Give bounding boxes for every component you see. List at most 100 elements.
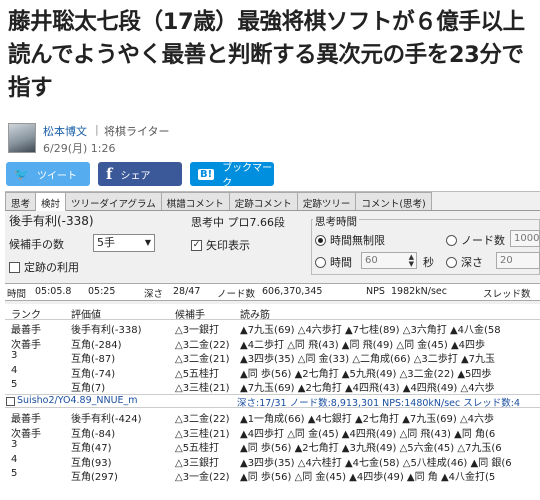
- chevron-down-icon: ▼: [144, 238, 151, 247]
- table-header: ランク 評価値 候補手 読み筋: [5, 304, 540, 321]
- row-line: ▲4二歩打 △同 飛(43) ▲同 飛(49) △同 金(45) ▲4四歩: [240, 339, 486, 351]
- row-line: ▲7九玉(69) ▲2七角打 ▲4四飛(43) ▲4四飛(49) △4六歩: [240, 383, 495, 394]
- depth-value: 28/47: [173, 286, 201, 297]
- radio-time[interactable]: 時間: [315, 254, 352, 270]
- col-rank[interactable]: ランク: [11, 306, 41, 321]
- row-rank: 5: [11, 468, 18, 479]
- tab-analysis[interactable]: 検討: [35, 192, 67, 211]
- tab-kifu-comment[interactable]: 棋譜コメント: [160, 192, 230, 210]
- radio-depth[interactable]: 深さ: [446, 254, 483, 270]
- hatena-bookmark-icon: B!: [198, 168, 215, 180]
- row-rank: 4: [11, 364, 18, 376]
- facebook-icon: f: [106, 165, 113, 183]
- nps-label: NPS: [366, 286, 385, 297]
- threads-label: スレッド数: [483, 289, 531, 300]
- row-rank: 5: [11, 379, 18, 390]
- nodes-label: ノード数: [217, 289, 256, 300]
- row-line: ▲4四歩打 △同 金(45) ▲4四飛(49) △同 飛(43) ▲同 角(6: [240, 428, 496, 440]
- author-link[interactable]: 松本博文: [43, 123, 87, 139]
- row-rank: 3: [11, 350, 18, 361]
- spinner-icon[interactable]: ▲ ▼: [409, 254, 414, 268]
- hatena-bookmark-button[interactable]: B! ブックマーク: [190, 162, 274, 189]
- row-move: △3三銀打: [175, 457, 220, 469]
- nps-value: 1982kN/sec: [391, 286, 448, 297]
- use-joseki-checkbox[interactable]: 定跡の利用: [9, 259, 79, 275]
- row-rank: 4: [11, 453, 18, 465]
- table-row[interactable]: 3 互角(-87) △3二金(21) ▲3四歩(35) △同 金(33) △二角…: [5, 350, 540, 365]
- table-row[interactable]: 次善手 互角(-84) △3三桂(21) ▲4四歩打 △同 金(45) ▲4四飛…: [5, 425, 540, 440]
- row-move: △3一銀打: [175, 325, 220, 336]
- facebook-label: シェア: [120, 170, 151, 182]
- meta-separator: |: [95, 123, 99, 136]
- radio-unlimited-label: 時間無制限: [330, 234, 385, 247]
- depth-field[interactable]: 20: [496, 252, 540, 269]
- row-rank: 最善手: [11, 414, 41, 425]
- time-field[interactable]: 60 ▲ ▼: [361, 252, 417, 269]
- table-row[interactable]: 3 互角(47) △5五桂打 ▲同 歩(56) ▲2七角打 ▲3九飛(49) △…: [5, 439, 540, 454]
- row-move: △3二金(22): [175, 414, 230, 425]
- table-row[interactable]: 5 互角(297) △3一金(22) ▲同 歩(56) △同 金(45) ▲4四…: [5, 468, 540, 483]
- tab-thinking[interactable]: 思考: [5, 192, 37, 210]
- depth-label: 深さ: [144, 289, 164, 300]
- table-row[interactable]: 最善手 後手有利(-424) △3二金(22) ▲1一角成(66) ▲4七銀打 …: [5, 410, 540, 425]
- analysis-tabs: 思考 検討 ツリーダイアグラム 棋譜コメント 定跡コメント 定跡ツリー コメント…: [5, 192, 540, 211]
- article-meta: 松本博文 | 将棋ライター 6/29(月) 1:26: [8, 123, 308, 155]
- row-line: ▲3四歩(35) △同 金(33) △二角成(66) △3二歩打 ▲7九玉: [240, 354, 496, 365]
- tweet-button[interactable]: 🐦 ツイート: [6, 162, 90, 186]
- seconds-label: 秒: [423, 256, 434, 269]
- col-move[interactable]: 候補手: [175, 306, 205, 321]
- row-move: △5五桂打: [175, 368, 220, 380]
- engine-info-row[interactable]: Suisho2/YO4.89_NNUE_m 深さ:17/31 ノード数:8,91…: [5, 394, 540, 409]
- radio-icon: [315, 256, 326, 268]
- row-eval: 互角(-84): [71, 428, 116, 440]
- tweet-label: ツイート: [36, 170, 77, 182]
- row-line: ▲7九玉(69) △4六歩打 ▲7七桂(89) △3六角打 ▲4八金(58: [240, 325, 501, 336]
- row-line: ▲3四歩(35) △4六桂打 ▲4七金(58) △5八桂成(46) ▲同 銀(6: [240, 457, 512, 469]
- row-move: △3二金(22): [175, 339, 230, 351]
- tab-tree-diagram[interactable]: ツリーダイアグラム: [65, 192, 162, 210]
- row-line: ▲1一角成(66) ▲4七銀打 ▲2七角打 ▲7九玉(69) △4六歩: [240, 414, 495, 425]
- row-move: △3三桂(21): [175, 383, 230, 394]
- facebook-share-button[interactable]: f シェア: [98, 162, 182, 186]
- nodes-field[interactable]: 1000: [510, 230, 540, 247]
- row-line: ▲同 歩(56) △同 金(45) ▲4四歩(49) ▲同 角 ▲4八金打(5: [240, 472, 496, 483]
- twitter-icon: 🐦: [14, 167, 29, 181]
- tab-joseki-tree[interactable]: 定跡ツリー: [296, 192, 357, 210]
- col-line[interactable]: 読み筋: [240, 306, 270, 321]
- table-row[interactable]: 最善手 後手有利(-338) △3一銀打 ▲7九玉(69) △4六歩打 ▲7七桂…: [5, 321, 540, 336]
- checkbox-empty-icon: [9, 261, 20, 273]
- radio-depth-label: 深さ: [461, 256, 483, 269]
- table-row[interactable]: 4 互角(-74) △5五桂打 ▲同 歩(56) ▲2七角打 ▲5九飛(49) …: [5, 365, 540, 380]
- table-row[interactable]: 4 互角(93) △3三銀打 ▲3四歩(35) △4六桂打 ▲4七金(58) △…: [5, 454, 540, 469]
- row-eval: 互角(297): [71, 472, 118, 483]
- candidates-table: ランク 評価値 候補手 読み筋 最善手 後手有利(-338) △3一銀打 ▲7九…: [5, 304, 540, 500]
- tab-comment-thinking[interactable]: コメント(思考): [355, 192, 432, 210]
- table-row[interactable]: 5 互角(7) △3三桂(21) ▲7九玉(69) ▲2七角打 ▲4四飛(43)…: [5, 379, 540, 394]
- row-eval: 互角(-87): [71, 354, 116, 365]
- radio-nodes[interactable]: ノード数: [446, 232, 505, 248]
- show-arrows-checkbox[interactable]: ✓ 矢印表示: [191, 237, 250, 253]
- engine-name: Suisho2/YO4.89_NNUE_m: [17, 395, 138, 406]
- engine-stats: 深さ:17/31 ノード数:8,913,301 NPS:1480kN/sec ス…: [237, 398, 521, 409]
- time-label: 時間: [7, 289, 27, 300]
- row-rank: 次善手: [11, 428, 41, 440]
- row-move: △3一金(22): [175, 472, 230, 483]
- article-title: 藤井聡太七段（17歳）最強将棋ソフトが６億手以上読んでようやく最善と判断する異次…: [8, 9, 525, 101]
- row-eval: 互角(93): [71, 457, 112, 469]
- author-avatar[interactable]: [8, 123, 36, 153]
- radio-unlimited[interactable]: 時間無制限: [315, 232, 385, 248]
- row-line: ▲同 歩(56) ▲2七角打 ▲5九飛(49) △3二金(22) ▲5四歩: [240, 368, 492, 380]
- row-move: △5五桂打: [175, 443, 220, 454]
- check-icon: ✓: [191, 239, 202, 251]
- engine-thinking-label: 思考中 プロ7.66段: [191, 216, 285, 229]
- row-eval: 後手有利(-338): [71, 325, 142, 336]
- total-time: 05:25: [88, 286, 116, 297]
- tab-joseki-comment[interactable]: 定跡コメント: [228, 192, 298, 210]
- candidates-select[interactable]: 5手 ▼: [93, 234, 155, 252]
- row-line: ▲同 歩(56) ▲2七角打 ▲3九飛(49) △5六金(45) △7九玉(6: [240, 443, 502, 454]
- radio-icon: [446, 234, 457, 246]
- col-eval[interactable]: 評価値: [71, 306, 101, 321]
- hatena-label: ブックマーク: [222, 163, 273, 189]
- table-row[interactable]: 次善手 互角(-284) △3二金(22) ▲4二歩打 △同 飛(43) ▲同 …: [5, 336, 540, 351]
- row-eval: 互角(-284): [71, 339, 122, 351]
